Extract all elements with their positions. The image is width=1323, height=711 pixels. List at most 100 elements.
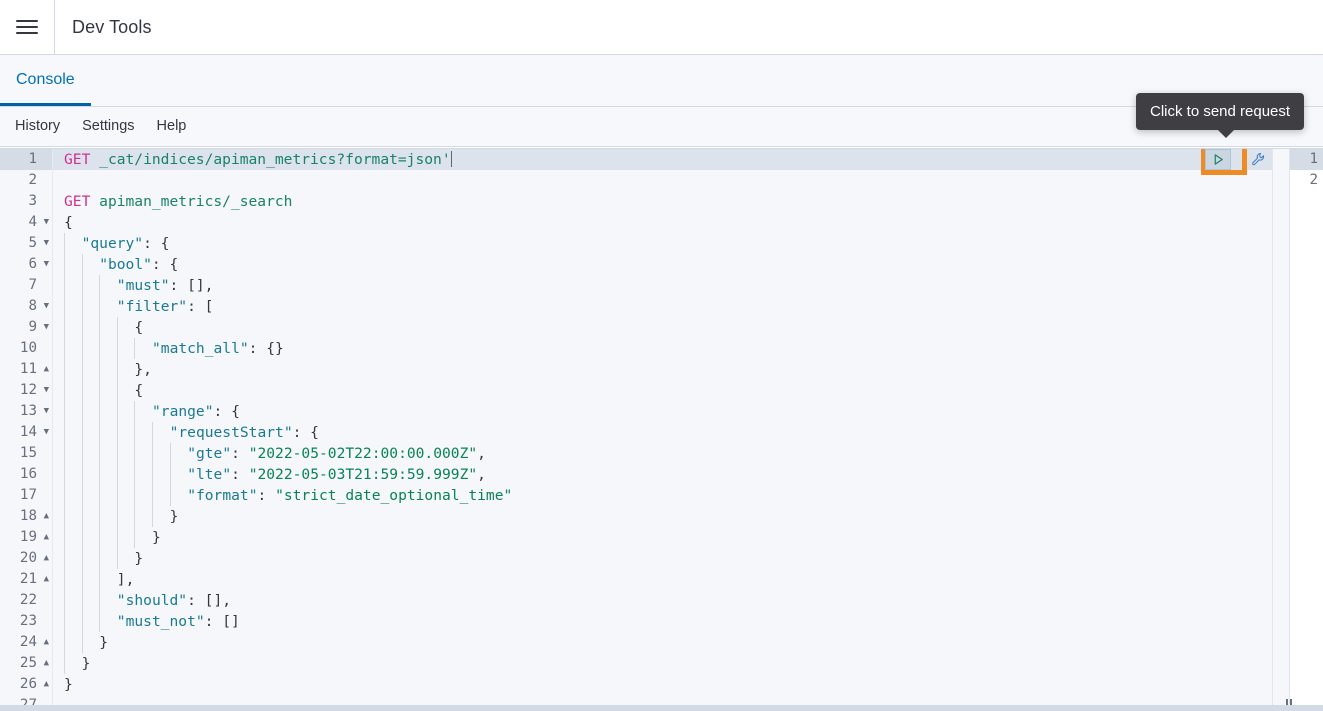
fold-down-icon[interactable]: ▼ <box>44 233 49 254</box>
fold-up-icon[interactable]: ▲ <box>44 569 49 590</box>
code-line-text[interactable]: ], <box>53 569 1272 590</box>
code-line-text[interactable]: { <box>53 380 1272 401</box>
editor-line[interactable]: 9▼{ <box>0 317 1272 338</box>
code-line-text[interactable]: "gte": "2022-05-02T22:00:00.000Z", <box>53 443 1272 464</box>
code-line-text[interactable]: "must": [], <box>53 275 1272 296</box>
code-line-text[interactable]: { <box>53 212 1272 233</box>
line-number: 11▲ <box>0 359 52 380</box>
fold-down-icon[interactable]: ▼ <box>44 422 49 443</box>
editor-line[interactable]: 5▼"query": { <box>0 233 1272 254</box>
code-line-text[interactable] <box>53 170 1272 191</box>
fold-up-icon[interactable]: ▲ <box>44 548 49 569</box>
token-str: "2022-05-03T21:59:59.999Z" <box>249 466 477 483</box>
editor-line[interactable]: 11▲}, <box>0 359 1272 380</box>
play-triangle-icon[interactable] <box>1205 149 1231 170</box>
indent-guide <box>82 548 83 569</box>
token-punct: : {} <box>249 340 284 357</box>
fold-down-icon[interactable]: ▼ <box>44 401 49 422</box>
editor-line[interactable]: 12▼{ <box>0 380 1272 401</box>
code-line-text[interactable]: "query": { <box>53 233 1272 254</box>
line-number: 12▼ <box>0 380 52 401</box>
code-line-text[interactable] <box>53 695 1272 705</box>
indent-guide <box>82 611 83 632</box>
editor-line[interactable]: 17"format": "strict_date_optional_time" <box>0 485 1272 506</box>
fold-down-icon[interactable]: ▼ <box>44 296 49 317</box>
editor-line[interactable]: 23"must_not": [] <box>0 611 1272 632</box>
editor-line[interactable]: 13▼"range": { <box>0 401 1272 422</box>
fold-down-icon[interactable]: ▼ <box>44 317 49 338</box>
indent-guide <box>82 296 83 317</box>
indent-guide <box>64 485 65 506</box>
editor-line[interactable]: 19▲} <box>0 527 1272 548</box>
code-line-text[interactable]: } <box>53 548 1272 569</box>
code-line-text[interactable]: } <box>53 632 1272 653</box>
response-editor-pane[interactable]: 12 <box>1290 149 1323 705</box>
editor-line[interactable]: 15"gte": "2022-05-02T22:00:00.000Z", <box>0 443 1272 464</box>
code-line-text[interactable]: } <box>53 653 1272 674</box>
editor-line[interactable]: 20▲} <box>0 548 1272 569</box>
response-line[interactable]: 2 <box>1290 170 1323 191</box>
fold-down-icon[interactable]: ▼ <box>44 380 49 401</box>
code-line-text[interactable]: "range": { <box>53 401 1272 422</box>
line-number: 9▼ <box>0 317 52 338</box>
indent-guide <box>64 401 65 422</box>
editor-line[interactable]: 18▲} <box>0 506 1272 527</box>
code-line-text[interactable]: { <box>53 317 1272 338</box>
fold-up-icon[interactable]: ▲ <box>44 674 49 695</box>
code-line-text[interactable]: "requestStart": { <box>53 422 1272 443</box>
editor-line[interactable]: 21▲], <box>0 569 1272 590</box>
editor-line[interactable]: 3GET apiman_metrics/_search <box>0 191 1272 212</box>
code-line-text[interactable]: GET apiman_metrics/_search <box>53 191 1272 212</box>
fold-up-icon[interactable]: ▲ <box>44 527 49 548</box>
editor-line[interactable]: 7"must": [], <box>0 275 1272 296</box>
editor-line[interactable]: 14▼"requestStart": { <box>0 422 1272 443</box>
editor-line[interactable]: 10"match_all": {} <box>0 338 1272 359</box>
code-line-text[interactable]: "must_not": [] <box>53 611 1272 632</box>
wrench-icon[interactable] <box>1249 149 1267 170</box>
editor-line[interactable]: 1GET _cat/indices/apiman_metrics?format=… <box>0 149 1272 170</box>
editor-line[interactable]: 24▲} <box>0 632 1272 653</box>
request-code-area[interactable]: 1GET _cat/indices/apiman_metrics?format=… <box>0 149 1272 705</box>
editor-line[interactable]: 16"lte": "2022-05-03T21:59:59.999Z", <box>0 464 1272 485</box>
console-submenu: History Settings Help <box>0 107 1323 147</box>
hamburger-bar <box>16 26 38 28</box>
request-editor-pane[interactable]: 1GET _cat/indices/apiman_metrics?format=… <box>0 149 1272 705</box>
indent-guide <box>134 443 135 464</box>
code-tokens: "match_all": {} <box>64 340 284 357</box>
code-line-text[interactable]: } <box>53 674 1272 695</box>
submenu-item-help[interactable]: Help <box>157 119 187 134</box>
fold-up-icon[interactable]: ▲ <box>44 653 49 674</box>
fold-up-icon[interactable]: ▲ <box>44 506 49 527</box>
code-line-text[interactable]: "lte": "2022-05-03T21:59:59.999Z", <box>53 464 1272 485</box>
indent-guide <box>134 485 135 506</box>
code-line-text[interactable]: "should": [], <box>53 590 1272 611</box>
editor-line[interactable]: 25▲} <box>0 653 1272 674</box>
fold-up-icon[interactable]: ▲ <box>44 632 49 653</box>
token-plain <box>90 193 99 210</box>
tab-console[interactable]: Console <box>0 54 91 106</box>
code-line-text[interactable]: "bool": { <box>53 254 1272 275</box>
editor-line[interactable]: 26▲} <box>0 674 1272 695</box>
code-line-text[interactable]: } <box>53 527 1272 548</box>
fold-down-icon[interactable]: ▼ <box>44 254 49 275</box>
code-line-text[interactable]: "format": "strict_date_optional_time" <box>53 485 1272 506</box>
editor-line[interactable]: 27 <box>0 695 1272 705</box>
fold-up-icon[interactable]: ▲ <box>44 359 49 380</box>
pane-splitter[interactable] <box>1272 149 1290 705</box>
editor-line[interactable]: 22"should": [], <box>0 590 1272 611</box>
submenu-item-settings[interactable]: Settings <box>82 119 134 134</box>
editor-line[interactable]: 4▼{ <box>0 212 1272 233</box>
code-line-text[interactable]: }, <box>53 359 1272 380</box>
editor-line[interactable]: 2 <box>0 170 1272 191</box>
hamburger-menu-icon[interactable] <box>11 11 43 43</box>
code-line-text[interactable]: "filter": [ <box>53 296 1272 317</box>
response-code-area[interactable]: 12 <box>1290 149 1323 191</box>
code-line-text[interactable]: GET _cat/indices/apiman_metrics?format=j… <box>53 149 1272 170</box>
submenu-item-history[interactable]: History <box>15 119 60 134</box>
editor-line[interactable]: 6▼"bool": { <box>0 254 1272 275</box>
fold-down-icon[interactable]: ▼ <box>44 212 49 233</box>
response-line[interactable]: 1 <box>1290 149 1323 170</box>
editor-line[interactable]: 8▼"filter": [ <box>0 296 1272 317</box>
code-line-text[interactable]: "match_all": {} <box>53 338 1272 359</box>
code-line-text[interactable]: } <box>53 506 1272 527</box>
